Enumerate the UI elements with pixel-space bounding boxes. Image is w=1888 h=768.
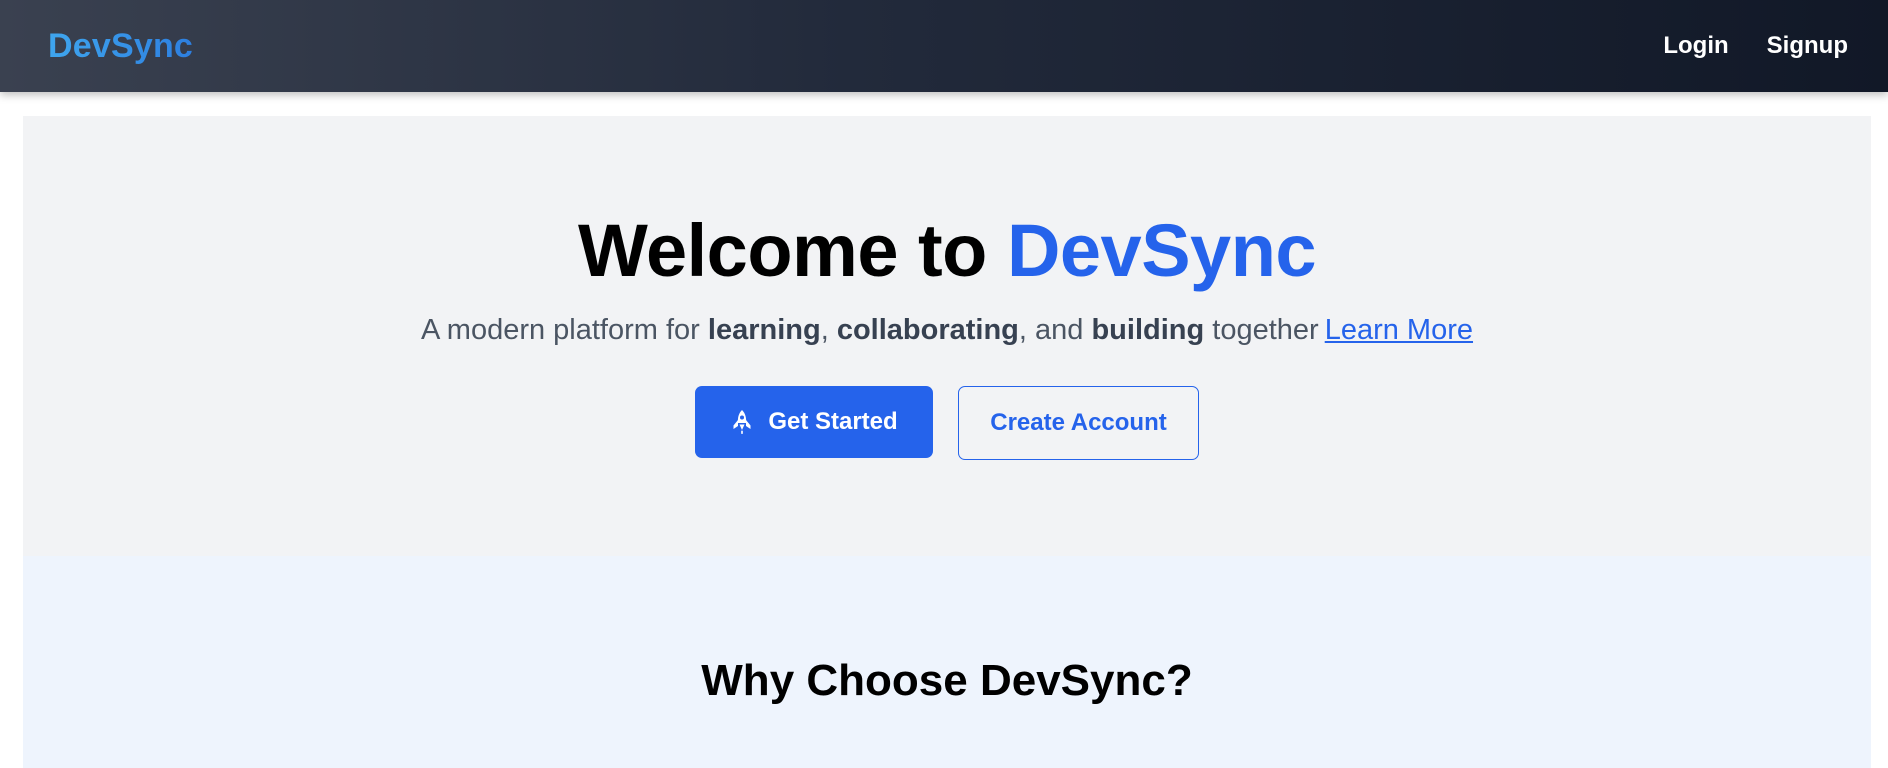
top-navbar: DevSync Login Signup	[0, 0, 1888, 92]
hero-buttons: Get Started Create Account	[23, 386, 1871, 460]
learn-more-link[interactable]: Learn More	[1325, 314, 1473, 346]
rocket-icon	[733, 410, 751, 434]
hero-title: Welcome to DevSync	[23, 214, 1871, 288]
subtitle-bold-collaborating: collaborating	[836, 314, 1019, 346]
features-title: Why Choose DevSync?	[701, 656, 1193, 705]
subtitle-text: , and	[1018, 314, 1092, 346]
login-link[interactable]: Login	[1663, 32, 1728, 60]
subtitle-text: A modern platform for	[420, 314, 708, 346]
create-account-button[interactable]: Create Account	[958, 386, 1199, 460]
hero-title-accent: DevSync	[1006, 209, 1317, 292]
get-started-label: Get Started	[768, 408, 898, 435]
hero-subtitle: A modern platform for learning, collabor…	[23, 313, 1871, 348]
brand-logo[interactable]: DevSync	[48, 27, 193, 66]
subtitle-bold-learning: learning	[707, 314, 821, 346]
subtitle-bold-building: building	[1091, 314, 1205, 346]
subtitle-text: ,	[820, 314, 837, 346]
signup-link[interactable]: Signup	[1767, 32, 1848, 60]
hero-title-prefix: Welcome to	[577, 209, 1007, 292]
subtitle-text: together	[1204, 314, 1319, 346]
nav-links: Login Signup	[1663, 32, 1848, 60]
features-section: Why Choose DevSync?	[23, 556, 1871, 768]
hero-section: Welcome to DevSync A modern platform for…	[23, 116, 1871, 556]
get-started-button[interactable]: Get Started	[695, 386, 933, 458]
